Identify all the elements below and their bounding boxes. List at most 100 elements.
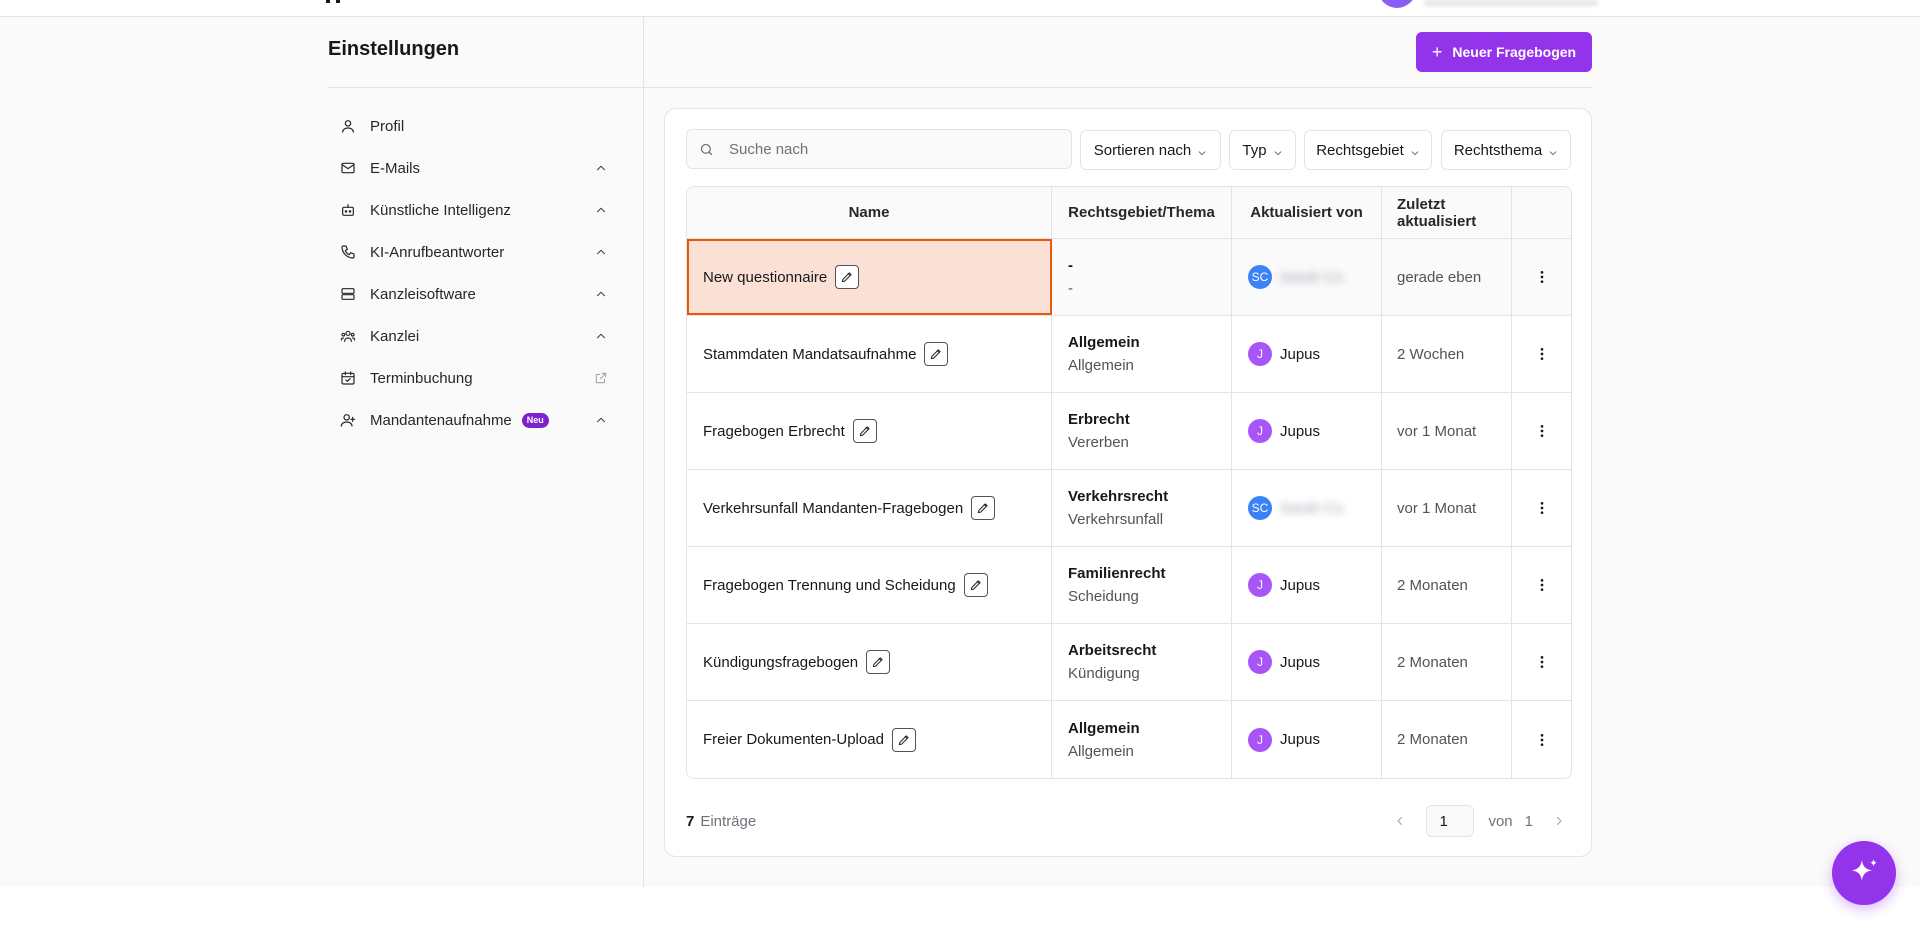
table-row[interactable]: Verkehrsunfall Mandanten-Fragebogen Verk… (687, 470, 1571, 547)
type-dropdown-label: Typ (1242, 141, 1267, 159)
previous-page-button[interactable] (1388, 809, 1412, 833)
topic-label: - (1068, 280, 1073, 297)
sidebar-item-label: KI-Anrufbeantworter (370, 243, 505, 261)
chevron-up-icon[interactable] (594, 287, 608, 301)
cell-name[interactable]: Stammdaten Mandatsaufnahme (687, 316, 1052, 392)
sidebar-item-label: Mandantenaufnahme (370, 411, 512, 429)
cell-last-updated: 2 Wochen (1382, 316, 1512, 392)
questionnaire-name: Verkehrsunfall Mandanten-Fragebogen (703, 499, 964, 517)
topic-label: Kündigung (1068, 665, 1140, 682)
external-link-icon[interactable] (594, 371, 608, 385)
edit-pencil-icon[interactable] (891, 727, 916, 752)
edit-pencil-icon[interactable] (866, 650, 891, 674)
sort-dropdown[interactable]: Sortieren nach (1080, 130, 1221, 170)
column-header-area[interactable]: Rechtsgebiet/Thema (1052, 187, 1232, 238)
cell-name[interactable]: Fragebogen Trennung und Scheidung (687, 547, 1052, 623)
sidebar-item-ki-anrufbeantworter[interactable]: KI-Anrufbeantworter (328, 231, 618, 273)
search-input[interactable] (729, 140, 1059, 158)
new-questionnaire-button[interactable]: + Neuer Fragebogen (1416, 32, 1592, 72)
next-page-button[interactable] (1547, 809, 1571, 833)
chevron-up-icon[interactable] (594, 203, 608, 217)
cell-area: Familienrecht Scheidung (1052, 547, 1232, 623)
cell-name[interactable]: Verkehrsunfall Mandanten-Fragebogen (687, 470, 1052, 546)
table-row[interactable]: New questionnaire - - SC Sarah Co gerade… (687, 239, 1571, 316)
page-number-input[interactable] (1426, 805, 1475, 837)
chevron-down-icon (1548, 145, 1558, 156)
edit-pencil-icon[interactable] (971, 496, 996, 520)
cell-actions (1512, 547, 1571, 623)
user-name: Jupus (1280, 422, 1321, 440)
edit-pencil-icon[interactable] (924, 342, 949, 366)
chevron-up-icon[interactable] (594, 245, 608, 259)
cell-name[interactable]: Fragebogen Erbrecht (687, 393, 1052, 469)
cell-area: Allgemein Allgemein (1052, 316, 1232, 392)
more-options-icon[interactable] (1532, 730, 1552, 750)
questionnaire-name: New questionnaire (703, 268, 828, 286)
cell-actions (1512, 470, 1571, 546)
cell-updated-by: J Jupus (1232, 316, 1382, 392)
sidebar-item-profil[interactable]: Profil (328, 105, 618, 147)
type-dropdown[interactable]: Typ (1229, 130, 1296, 170)
entry-count-number: 7 (686, 813, 695, 830)
cell-actions (1512, 624, 1571, 700)
cell-name[interactable]: New questionnaire (687, 239, 1052, 315)
column-header-name[interactable]: Name (687, 187, 1052, 238)
more-options-icon[interactable] (1532, 267, 1552, 287)
chevron-up-icon[interactable] (594, 329, 608, 343)
cell-actions (1512, 239, 1571, 315)
table-row[interactable]: Fragebogen Erbrecht Erbrecht Vererben J … (687, 393, 1571, 470)
table-row[interactable]: Freier Dokumenten-Upload Allgemein Allge… (687, 701, 1571, 778)
questionnaire-card: Sortieren nach Typ Rechtsgebiet Rechtsth… (664, 108, 1592, 857)
user-avatar: J (1248, 727, 1272, 752)
user-avatar: J (1248, 573, 1272, 597)
search-box (686, 129, 1072, 169)
cell-area: Verkehrsrecht Verkehrsunfall (1052, 470, 1232, 546)
sidebar-item-terminbuchung[interactable]: Terminbuchung (328, 357, 618, 399)
sidebar-item-kanzlei[interactable]: Kanzlei (328, 315, 618, 357)
more-options-icon[interactable] (1532, 575, 1552, 595)
user-name: Jupus (1280, 345, 1321, 363)
topic-label: Allgemein (1068, 357, 1134, 374)
cell-name[interactable]: Freier Dokumenten-Upload (687, 701, 1052, 778)
edit-pencil-icon[interactable] (835, 265, 860, 289)
table-row[interactable]: Fragebogen Trennung und Scheidung Famili… (687, 547, 1571, 624)
page-title: Einstellungen (328, 38, 460, 60)
cell-updated-by: J Jupus (1232, 547, 1382, 623)
app-logo[interactable] (326, 0, 344, 3)
topic-dropdown[interactable]: Rechtsthema (1441, 130, 1571, 170)
sidebar-item-label: Terminbuchung (370, 369, 473, 387)
bot-icon (340, 202, 356, 218)
user-avatar[interactable] (1378, 0, 1416, 8)
page-total: 1 (1524, 812, 1533, 830)
chevron-up-icon[interactable] (594, 413, 608, 427)
chevron-up-icon[interactable] (594, 161, 608, 175)
sidebar-item-kanzleisoftware[interactable]: Kanzleisoftware (328, 273, 618, 315)
user-name: Sarah Co (1280, 499, 1344, 517)
sidebar-item-kuenstliche-intelligenz[interactable]: Künstliche Intelligenz (328, 189, 618, 231)
area-dropdown-label: Rechtsgebiet (1316, 141, 1404, 159)
user-avatar: J (1248, 650, 1272, 674)
cell-area: Erbrecht Vererben (1052, 393, 1232, 469)
area-dropdown[interactable]: Rechtsgebiet (1304, 130, 1432, 170)
more-options-icon[interactable] (1532, 344, 1552, 364)
cell-name[interactable]: Kündigungsfragebogen (687, 624, 1052, 700)
sidebar-item-mandantenaufnahme[interactable]: Mandantenaufnahme Neu (328, 399, 618, 441)
column-header-last-updated[interactable]: Zuletzt aktualisiert (1382, 187, 1512, 238)
edit-pencil-icon[interactable] (852, 419, 877, 443)
ai-assistant-button[interactable] (1832, 841, 1896, 905)
new-badge: Neu (521, 412, 549, 428)
area-label: Arbeitsrecht (1068, 642, 1157, 659)
more-options-icon[interactable] (1532, 498, 1552, 518)
sidebar-item-emails[interactable]: E-Mails (328, 147, 618, 189)
cell-last-updated: gerade eben (1382, 239, 1512, 315)
table-row[interactable]: Stammdaten Mandatsaufnahme Allgemein All… (687, 316, 1571, 393)
table-row[interactable]: Kündigungsfragebogen Arbeitsrecht Kündig… (687, 624, 1571, 701)
header-divider-left (328, 87, 643, 88)
more-options-icon[interactable] (1532, 421, 1552, 441)
questionnaire-name: Fragebogen Erbrecht (703, 422, 845, 440)
column-header-updated-by[interactable]: Aktualisiert von (1232, 187, 1382, 238)
calendar-icon (340, 370, 356, 386)
more-options-icon[interactable] (1532, 652, 1552, 672)
edit-pencil-icon[interactable] (963, 573, 988, 597)
table-body: New questionnaire - - SC Sarah Co gerade… (687, 239, 1571, 778)
